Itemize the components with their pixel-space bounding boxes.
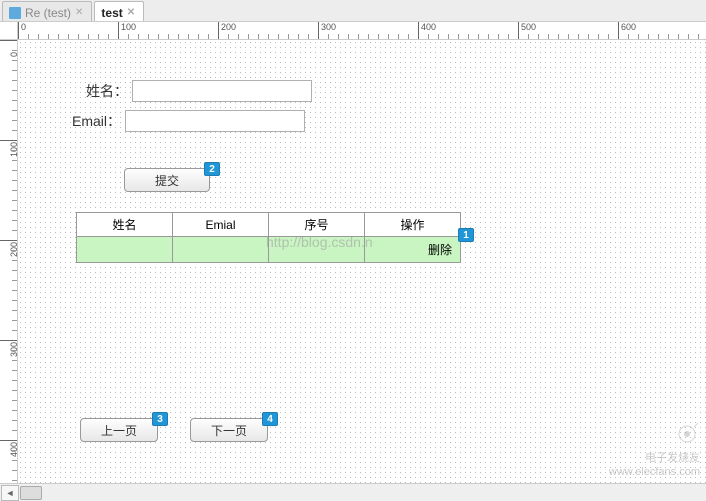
tab-label: test	[101, 6, 122, 20]
annotation-badge-1: 1	[458, 228, 474, 242]
prev-page-button[interactable]: 上一页	[80, 418, 158, 442]
tab-test[interactable]: test ✕	[94, 1, 144, 21]
email-label: Email：	[72, 111, 121, 131]
delete-link[interactable]: 删除	[428, 243, 452, 257]
data-table: 姓名 Emial 序号 操作 删除	[76, 212, 461, 263]
ruler-tick: 0	[0, 40, 18, 41]
col-seq: 序号	[269, 213, 365, 237]
tab-bar: Re (test) ✕ test ✕	[0, 0, 706, 22]
horizontal-scrollbar[interactable]: ◄	[0, 483, 706, 501]
button-label: 提交	[155, 172, 179, 189]
button-label: 下一页	[211, 422, 247, 439]
scroll-thumb[interactable]	[20, 486, 42, 500]
ruler-tick: 0	[18, 22, 26, 40]
ruler-tick: 300	[0, 340, 18, 341]
ruler-horizontal: 0 100 200 300 400 500 600	[18, 22, 706, 40]
cell-name	[77, 237, 173, 263]
button-label: 上一页	[101, 422, 137, 439]
name-label: 姓名：	[86, 81, 128, 101]
col-name: 姓名	[77, 213, 173, 237]
cell-action[interactable]: 删除	[365, 237, 461, 263]
tab-re-test[interactable]: Re (test) ✕	[2, 1, 92, 21]
form-row-name: 姓名：	[86, 80, 312, 102]
ruler-corner	[0, 22, 18, 40]
form-row-email: Email：	[72, 110, 305, 132]
cell-email	[173, 237, 269, 263]
ruler-vertical: 0 100 200 300 400	[0, 40, 18, 483]
cell-seq	[269, 237, 365, 263]
design-canvas[interactable]: 姓名： Email： 提交 2 姓名 Emial 序号 操作 删除 1 http…	[18, 40, 706, 483]
close-icon[interactable]: ✕	[127, 7, 135, 18]
ruler-tick: 400	[0, 440, 18, 441]
email-input[interactable]	[125, 110, 305, 132]
ruler-tick: 200	[0, 240, 18, 241]
tab-label: Re (test)	[25, 6, 71, 20]
close-icon[interactable]: ✕	[75, 7, 83, 18]
annotation-badge-4: 4	[262, 412, 278, 426]
submit-button[interactable]: 提交	[124, 168, 210, 192]
annotation-badge-2: 2	[204, 162, 220, 176]
col-action: 操作	[365, 213, 461, 237]
window-icon	[9, 7, 21, 19]
col-email: Emial	[173, 213, 269, 237]
ruler-tick: 100	[0, 140, 18, 141]
table-row[interactable]: 删除	[77, 237, 461, 263]
scroll-left-icon[interactable]: ◄	[1, 485, 19, 501]
name-input[interactable]	[132, 80, 312, 102]
annotation-badge-3: 3	[152, 412, 168, 426]
table-header-row: 姓名 Emial 序号 操作	[77, 213, 461, 237]
next-page-button[interactable]: 下一页	[190, 418, 268, 442]
